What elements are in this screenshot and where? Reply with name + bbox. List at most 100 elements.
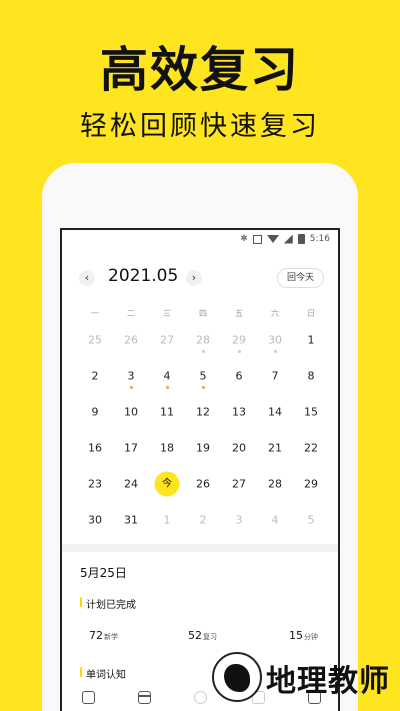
calendar-day-number: 今 [154, 471, 180, 497]
weekday-label: 五 [235, 309, 243, 318]
vocab-section-title: 单词认知 [80, 666, 126, 681]
calendar-day-number: 20 [232, 441, 246, 455]
calendar-day[interactable]: 1 [149, 506, 185, 542]
calendar-day[interactable]: 23 [77, 470, 113, 506]
calendar-day[interactable]: 22 [293, 434, 329, 470]
calendar-day-number: 30 [268, 333, 282, 347]
calendar-day-number: 16 [88, 441, 102, 455]
calendar-day[interactable]: 2 [185, 506, 221, 542]
calendar-day[interactable]: 3 [221, 506, 257, 542]
weekday-label: 四 [199, 309, 207, 318]
section-separator [62, 544, 338, 552]
calendar-day[interactable]: 4 [257, 506, 293, 542]
calendar-day-number: 4 [271, 513, 279, 527]
stat-new-value: 72 [89, 629, 103, 642]
calendar-day-today[interactable]: 今 [149, 470, 185, 506]
calendar-day[interactable]: 2 [77, 362, 113, 398]
calendar-header: ‹ 2021.05 › 回今天 [62, 266, 338, 292]
tab-discover-icon[interactable] [194, 691, 207, 704]
calendar-day-number: 2 [199, 513, 207, 527]
calendar-day[interactable]: 25 [77, 326, 113, 362]
calendar-day[interactable]: 5 [293, 506, 329, 542]
calendar-week-row: 23 24 今 26 27 28 29 [77, 470, 329, 506]
calendar-day[interactable]: 3 [113, 362, 149, 398]
calendar-day[interactable]: 17 [113, 434, 149, 470]
review-marker-dot [129, 386, 133, 389]
calendar-day[interactable]: 19 [185, 434, 221, 470]
stat-review: 52复习 [188, 629, 217, 642]
calendar-day[interactable]: 7 [257, 362, 293, 398]
calendar-day-number: 21 [268, 441, 282, 455]
calendar-day[interactable]: 8 [293, 362, 329, 398]
calendar-day[interactable]: 4 [149, 362, 185, 398]
calendar-day-number: 14 [268, 405, 282, 419]
calendar-day[interactable]: 1 [293, 326, 329, 362]
calendar-day[interactable]: 30 [257, 326, 293, 362]
calendar-day-number: 27 [232, 477, 246, 491]
calendar-day[interactable]: 6 [221, 362, 257, 398]
calendar-day[interactable]: 27 [221, 470, 257, 506]
calendar-day[interactable]: 21 [257, 434, 293, 470]
calendar-day-number: 27 [160, 333, 174, 347]
calendar-day[interactable]: 14 [257, 398, 293, 434]
weekday-label: 日 [307, 309, 315, 318]
selected-date: 5月25日 [80, 566, 127, 580]
calendar-day-number: 17 [124, 441, 138, 455]
calendar-day-number: 28 [268, 477, 282, 491]
back-to-today-button[interactable]: 回今天 [276, 268, 324, 288]
calendar-day[interactable]: 27 [149, 326, 185, 362]
calendar-day[interactable]: 24 [113, 470, 149, 506]
calendar-day[interactable]: 18 [149, 434, 185, 470]
calendar-day[interactable]: 10 [113, 398, 149, 434]
calendar-day[interactable]: 29 [221, 326, 257, 362]
calendar-day-number: 31 [124, 513, 138, 527]
calendar-week-row: 9 10 11 12 13 14 15 [77, 398, 329, 434]
calendar-day[interactable]: 26 [185, 470, 221, 506]
calendar-day[interactable]: 12 [185, 398, 221, 434]
bluetooth-icon: ✱ [240, 234, 248, 244]
calendar-day[interactable]: 16 [77, 434, 113, 470]
stat-review-unit: 复习 [203, 633, 217, 641]
stat-minutes-unit: 分钟 [304, 633, 318, 641]
calendar-day-number: 23 [88, 477, 102, 491]
calendar-day-number: 8 [307, 369, 315, 383]
calendar-day-number: 12 [196, 405, 210, 419]
calendar-day-number: 2 [91, 369, 99, 383]
calendar-day-number: 4 [163, 369, 171, 383]
app-screen: ✱ 5:16 ‹ 2021.05 › 回今天 一 二 三 四 五 六 日 25 2… [60, 228, 340, 711]
calendar-day-number: 3 [235, 513, 243, 527]
calendar-day[interactable]: 30 [77, 506, 113, 542]
weekday-label: 三 [163, 309, 171, 318]
calendar-day[interactable]: 13 [221, 398, 257, 434]
calendar-week-row: 30 31 1 2 3 4 5 [77, 506, 329, 542]
review-marker-dot [165, 386, 169, 389]
calendar-day[interactable]: 20 [221, 434, 257, 470]
tab-book-icon[interactable] [82, 691, 95, 704]
calendar-day-number: 11 [160, 405, 174, 419]
tab-calendar-icon[interactable] [138, 691, 151, 704]
calendar-day-number: 15 [304, 405, 318, 419]
stat-new: 72新学 [89, 629, 118, 642]
calendar-day[interactable]: 26 [113, 326, 149, 362]
calendar-day-number: 26 [196, 477, 210, 491]
stat-minutes-value: 15 [289, 629, 303, 642]
calendar-day[interactable]: 28 [257, 470, 293, 506]
status-time: 5:16 [309, 234, 330, 244]
watermark-text: 地理教师 [266, 664, 390, 699]
calendar-day[interactable]: 28 [185, 326, 221, 362]
calendar-day[interactable]: 5 [185, 362, 221, 398]
calendar-day[interactable]: 29 [293, 470, 329, 506]
review-marker-dot [237, 350, 241, 353]
calendar-day[interactable]: 9 [77, 398, 113, 434]
next-month-button[interactable]: › [186, 270, 202, 286]
calendar-day[interactable]: 15 [293, 398, 329, 434]
prev-month-button[interactable]: ‹ [79, 270, 95, 286]
stat-review-value: 52 [188, 629, 202, 642]
nfc-icon [252, 234, 262, 244]
calendar-day[interactable]: 31 [113, 506, 149, 542]
calendar-day-number: 18 [160, 441, 174, 455]
calendar-week-row: 16 17 18 19 20 21 22 [77, 434, 329, 470]
globe-logo-icon [212, 652, 262, 702]
stat-new-unit: 新学 [104, 633, 118, 641]
calendar-day[interactable]: 11 [149, 398, 185, 434]
